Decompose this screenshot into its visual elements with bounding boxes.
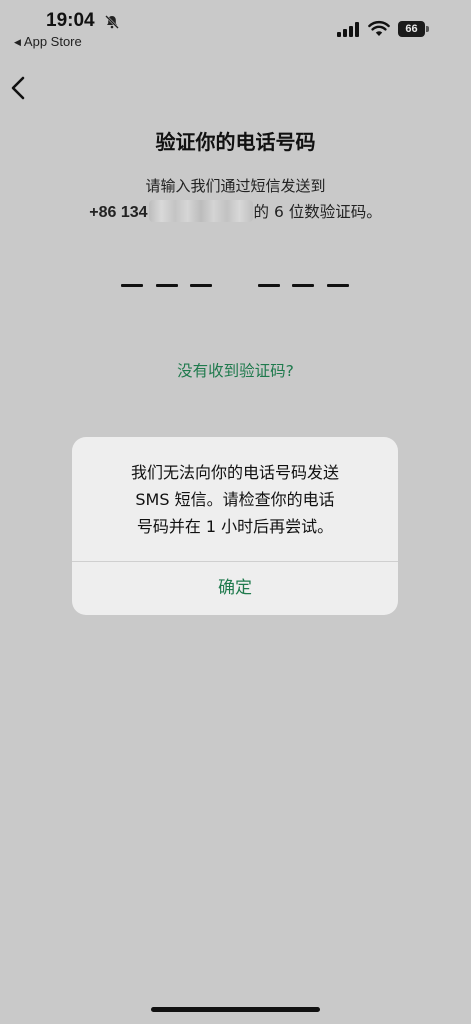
code-digit-slot-4[interactable]: [258, 284, 280, 287]
verification-code-input[interactable]: [0, 270, 471, 300]
battery-tip: [426, 26, 429, 32]
alert-message-line-2: SMS 短信。请检查你的电话: [135, 490, 335, 509]
code-digit-slot-6[interactable]: [327, 284, 349, 287]
chevron-left-icon[interactable]: [4, 72, 34, 104]
alert-message-line-3: 号码并在 1 小时后再尝试。: [136, 517, 334, 536]
code-not-received-link[interactable]: 没有收到验证码?: [0, 359, 471, 381]
status-time: 19:04: [46, 10, 95, 31]
code-digit-slot-5[interactable]: [292, 284, 314, 287]
alert-message: 我们无法向你的电话号码发送 SMS 短信。请检查你的电话 号码并在 1 小时后再…: [72, 459, 398, 540]
phone-number-prefix: +86 134: [89, 204, 148, 221]
back-triangle-icon: ◀: [14, 37, 21, 47]
cellular-signal-icon: [337, 22, 359, 37]
code-digit-slot-2[interactable]: [156, 284, 178, 287]
instruction-text: 请输入我们通过短信发送到: [145, 177, 326, 195]
wifi-icon: [368, 20, 390, 36]
code-digit-slot-3[interactable]: [190, 284, 212, 287]
code-digit-slot-1[interactable]: [121, 284, 143, 287]
back-to-app-store[interactable]: ◀ App Store: [14, 34, 82, 49]
code-length-text: 的 6 位数验证码。: [253, 203, 382, 221]
redacted-phone-digits: [148, 200, 253, 222]
bell-slash-icon: [105, 15, 119, 29]
alert-message-line-1: 我们无法向你的电话号码发送: [130, 463, 339, 482]
home-indicator[interactable]: [151, 1007, 320, 1012]
battery-level: 66: [398, 21, 425, 37]
alert-ok-button[interactable]: 确定: [72, 562, 398, 615]
phone-number-line: +86 134 的 6 位数验证码。: [0, 200, 471, 222]
back-to-app-label: App Store: [23, 34, 82, 49]
battery-icon: 66: [398, 21, 429, 37]
status-bar: 19:04 ◀ App Store 66: [0, 0, 471, 56]
sms-error-alert: 我们无法向你的电话号码发送 SMS 短信。请检查你的电话 号码并在 1 小时后再…: [72, 437, 398, 615]
page-title: 验证你的电话号码: [155, 130, 316, 154]
